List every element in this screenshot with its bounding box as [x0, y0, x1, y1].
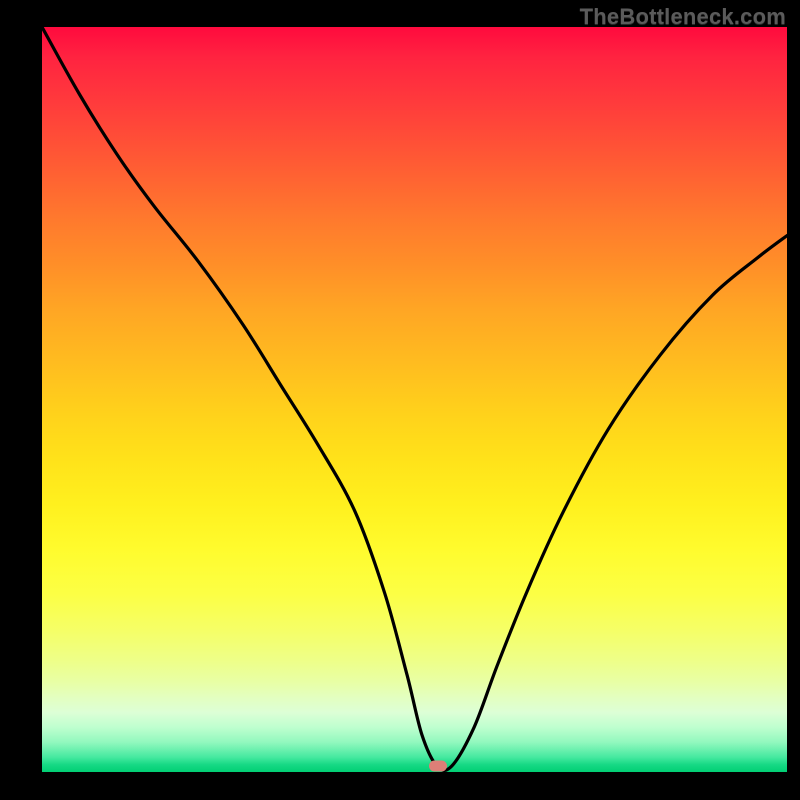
bottleneck-curve [42, 27, 787, 772]
watermark-text: TheBottleneck.com [580, 4, 786, 30]
chart-frame: TheBottleneck.com [0, 0, 800, 800]
plot-area [42, 27, 787, 772]
minimum-marker [429, 761, 447, 772]
